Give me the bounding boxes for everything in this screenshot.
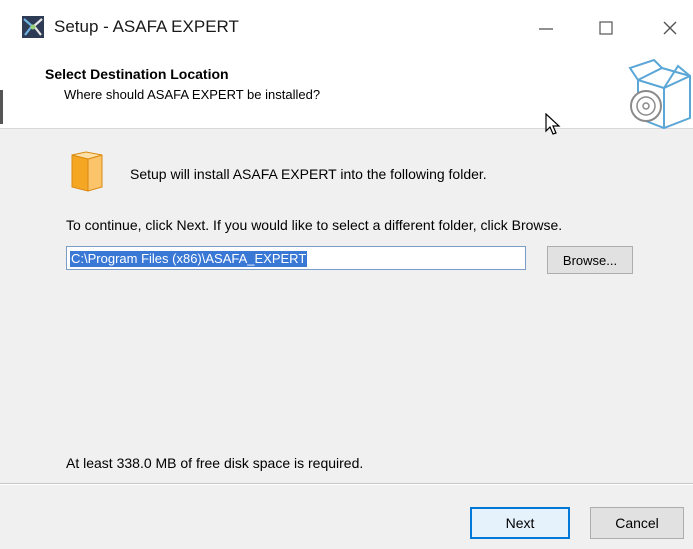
footer-divider-highlight [0, 484, 693, 485]
browse-button[interactable]: Browse... [547, 246, 633, 274]
disk-space-text: At least 338.0 MB of free disk space is … [66, 455, 364, 471]
title-bar[interactable]: Setup - ASAFA EXPERT [0, 0, 693, 56]
window-edge [0, 90, 3, 124]
minimize-button[interactable] [524, 8, 568, 48]
next-button[interactable]: Next [470, 507, 570, 539]
page-title: Select Destination Location [45, 66, 229, 82]
minimize-icon [539, 28, 553, 30]
instruction-text: To continue, click Next. If you would li… [66, 217, 563, 233]
window-title: Setup - ASAFA EXPERT [54, 17, 239, 36]
software-box-disc-icon [624, 58, 693, 130]
close-icon [663, 21, 677, 35]
maximize-icon [599, 21, 613, 35]
setup-window: Setup - ASAFA EXPERT Select Destination … [0, 0, 693, 549]
cancel-button[interactable]: Cancel [590, 507, 684, 539]
mouse-cursor-icon [545, 112, 563, 137]
intro-text: Setup will install ASAFA EXPERT into the… [130, 166, 487, 182]
page-subtitle: Where should ASAFA EXPERT be installed? [64, 87, 321, 102]
maximize-button[interactable] [584, 8, 628, 48]
wizard-header: Select Destination Location Where should… [0, 56, 693, 130]
close-button[interactable] [648, 8, 692, 48]
folder-icon [70, 151, 104, 193]
destination-path-input[interactable]: C:\Program Files (x86)\ASAFA_EXPERT [66, 246, 526, 270]
installer-icon [22, 16, 44, 38]
destination-path-value: C:\Program Files (x86)\ASAFA_EXPERT [70, 251, 308, 267]
